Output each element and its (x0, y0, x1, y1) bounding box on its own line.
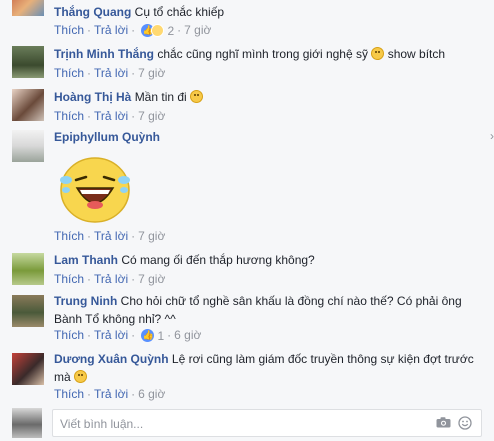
comment-composer: Viết bình luận... (0, 402, 494, 441)
comment-text-line2: Bành Tổ không nhỉ? ^^ (54, 312, 176, 326)
like-link[interactable]: Thích (54, 387, 84, 401)
reply-link[interactable]: Trả lời (94, 272, 128, 286)
comment-actions: Thích·Trả lời· 1·6 giờ (54, 328, 201, 343)
like-reaction-icon (141, 328, 155, 343)
avatar[interactable] (12, 353, 44, 385)
comment-author[interactable]: Lam Thanh (54, 253, 118, 267)
reply-link[interactable]: Trả lời (94, 109, 128, 123)
comment-body: Dương Xuân Quỳnh Lệ rơi cũng làm giám đố… (54, 351, 482, 385)
like-link[interactable]: Thích (54, 229, 84, 243)
comment-time[interactable]: 6 giờ (138, 387, 165, 401)
avatar[interactable] (12, 130, 44, 162)
avatar (12, 408, 42, 438)
comment-text: Cụ tổ chắc khiếp (134, 5, 225, 19)
comment-text-line2: mà (54, 370, 71, 384)
haha-reaction-icon (151, 24, 165, 38)
reaction-summary[interactable]: 2 (141, 23, 174, 38)
comment-text: Cho hỏi chữ tổ nghề sân khấu là đồng chí… (120, 294, 462, 308)
comment-body: Trịnh Minh Thắng chắc cũng nghĩ mình tro… (54, 46, 482, 62)
comment-author[interactable]: Dương Xuân Quỳnh (54, 352, 169, 366)
comment-body: Lam Thanh Có mang ối đến thắp hương khôn… (54, 252, 482, 268)
reaction-summary[interactable]: 1 (141, 328, 164, 343)
emoji-picker-icon[interactable] (458, 416, 472, 430)
avatar[interactable] (12, 253, 44, 285)
comment-author[interactable]: Hoàng Thị Hà (54, 90, 131, 104)
comment-input[interactable]: Viết bình luận... (52, 409, 482, 437)
like-link[interactable]: Thích (54, 109, 84, 123)
comment-body: Epiphyllum Quỳnh (54, 129, 482, 145)
reply-link[interactable]: Trả lời (94, 23, 128, 37)
reply-link[interactable]: Trả lời (94, 387, 128, 401)
comment-text: Có mang ối đến thắp hương không? (121, 253, 315, 267)
comment-author[interactable]: Thắng Quang (54, 5, 131, 19)
like-link[interactable]: Thích (54, 272, 84, 286)
emoji-icon (74, 370, 88, 383)
comment-body: Hoàng Thị Hà Mần tin đi (54, 89, 482, 105)
avatar[interactable] (12, 89, 44, 121)
emoji-icon (190, 90, 204, 103)
comment-text: Mần tin đi (134, 90, 187, 104)
comment-text: Lệ rơi cũng làm giám đốc truyền thông sự… (171, 352, 474, 366)
reply-link[interactable]: Trả lời (94, 66, 128, 80)
comment-time[interactable]: 7 giờ (138, 66, 165, 80)
comment-actions: Thích · Trả lời · 6 giờ (54, 387, 166, 401)
avatar[interactable] (12, 295, 44, 327)
comment-body: Trung Ninh Cho hỏi chữ tổ nghề sân khấu … (54, 293, 482, 327)
comment-actions: Thích · Trả lời · 7 giờ (54, 272, 166, 286)
camera-icon[interactable] (436, 417, 451, 428)
emoji-icon (371, 47, 385, 60)
comment-author[interactable]: Epiphyllum Quỳnh (54, 130, 160, 144)
comment-time[interactable]: 7 giờ (184, 23, 211, 37)
like-link[interactable]: Thích (54, 66, 84, 80)
comment-actions: Thích·Trả lời· 2·7 giờ (54, 23, 211, 38)
reply-link[interactable]: Trả lời (94, 229, 128, 243)
like-link[interactable]: Thích (54, 328, 84, 342)
comment-actions: Thích · Trả lời · 7 giờ (54, 109, 166, 123)
comment-text-2: show bítch (387, 47, 446, 61)
comment-text: chắc cũng nghĩ mình trong giới nghệ sỹ (157, 47, 368, 61)
reply-link[interactable]: Trả lời (94, 328, 128, 342)
comment-author[interactable]: Trung Ninh (54, 294, 117, 308)
avatar[interactable] (12, 46, 44, 78)
laughing-sticker-icon (60, 157, 130, 223)
comment-time[interactable]: 6 giờ (174, 328, 201, 342)
comment-time[interactable]: 7 giờ (138, 272, 165, 286)
comment-body: Thắng Quang Cụ tổ chắc khiếp (54, 4, 482, 20)
chevron-right-icon[interactable]: › (490, 129, 494, 143)
comment-input-placeholder: Viết bình luận... (60, 417, 144, 431)
comment-actions: Thích · Trả lời · 7 giờ (54, 66, 166, 80)
comment-time[interactable]: 7 giờ (138, 109, 165, 123)
comment-time[interactable]: 7 giờ (138, 229, 165, 243)
like-link[interactable]: Thích (54, 23, 84, 37)
comment-author[interactable]: Trịnh Minh Thắng (54, 47, 154, 61)
avatar[interactable] (12, 0, 44, 16)
comment-actions: Thích · Trả lời · 7 giờ (54, 229, 166, 243)
